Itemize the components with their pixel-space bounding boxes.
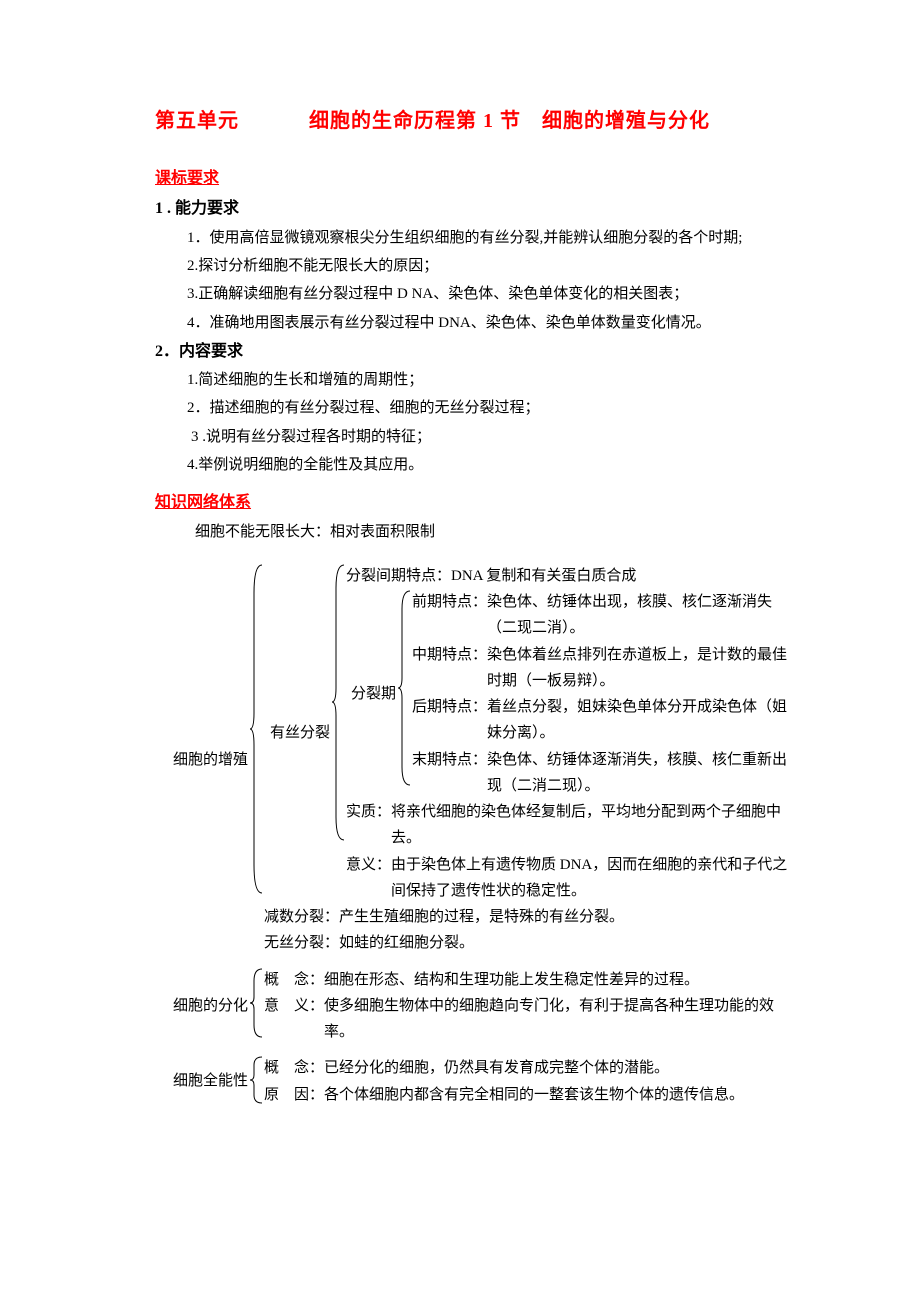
amitosis-line: 无丝分裂：如蛙的红细胞分裂。 xyxy=(264,930,800,956)
diff-concept-line: 概 念： 细胞在形态、结构和生理功能上发生稳定性差异的过程。 xyxy=(264,967,800,993)
brace-icon xyxy=(250,1055,264,1105)
knowledge-tree: 细胞的增殖 有丝分裂 分裂间期特点：DNA 复制和有关蛋白质合成 分裂期 xyxy=(155,563,800,1108)
unit-label: 第五单元 xyxy=(155,105,239,138)
toti-cause-line: 原 因： 各个体细胞内都含有完全相同的一整套该生物个体的遗传信息。 xyxy=(264,1082,800,1108)
diff-significance-line: 意 义： 使多细胞生物体中的细胞趋向专门化，有利于提高各种生理功能的效率。 xyxy=(264,993,800,1046)
interphase-line: 分裂间期特点：DNA 复制和有关蛋白质合成 xyxy=(346,563,800,589)
toti-label: 细胞全能性 xyxy=(155,1055,250,1108)
content-item: 2．描述细胞的有丝分裂过程、细胞的无丝分裂过程； xyxy=(155,396,800,421)
page-title: 第五单元 细胞的生命历程第 1 节 细胞的增殖与分化 xyxy=(155,105,800,138)
section-label: 细胞的生命历程第 1 节 细胞的增殖与分化 xyxy=(309,110,710,132)
content-item: 1.简述细胞的生长和增殖的周期性； xyxy=(155,368,800,393)
ability-item: 1．使用高倍显微镜观察根尖分生组织细胞的有丝分裂,并能辨认细胞分裂的各个时期; xyxy=(155,226,800,251)
standards-header: 课标要求 xyxy=(155,166,800,192)
diff-label: 细胞的分化 xyxy=(155,967,250,1046)
knowledge-header: 知识网络体系 xyxy=(155,490,800,516)
content-header: 2．内容要求 xyxy=(155,339,800,365)
metaphase-line: 中期特点： 染色体着丝点排列在赤道板上，是计数的最佳时期（一板易辩）。 xyxy=(412,642,800,695)
brace-icon xyxy=(332,563,346,842)
ability-item: 4．准确地用图表展示有丝分裂过程中 DNA、染色体、染色单体数量变化情况。 xyxy=(155,311,800,336)
content-item: 4.举例说明细胞的全能性及其应用。 xyxy=(155,453,800,478)
brace-icon xyxy=(250,967,264,1039)
essence-line: 实质： 将亲代细胞的染色体经复制后，平均地分配到两个子细胞中去。 xyxy=(346,799,800,852)
toti-concept-line: 概 念： 已经分化的细胞，仍然具有发育成完整个体的潜能。 xyxy=(264,1055,800,1081)
ability-item: 3.正确解读细胞有丝分裂过程中 D NA、染色体、染色单体变化的相关图表； xyxy=(155,282,800,307)
content-item: 3 .说明有丝分裂过程各时期的特征； xyxy=(155,425,800,450)
meiosis-line: 减数分裂：产生生殖细胞的过程，是特殊的有丝分裂。 xyxy=(264,904,800,930)
ability-header: 1 . 能力要求 xyxy=(155,196,800,222)
significance-line: 意义： 由于染色体上有遗传物质 DNA，因而在细胞的亲代和子代之间保持了遗传性状… xyxy=(346,852,800,905)
knowledge-topline: 细胞不能无限长大：相对表面积限制 xyxy=(155,520,800,545)
mphase-label: 分裂期 xyxy=(346,589,398,799)
brace-icon xyxy=(250,563,264,895)
prolif-label: 细胞的增殖 xyxy=(155,563,250,957)
telophase-line: 末期特点： 染色体、纺锤体逐渐消失，核膜、核仁重新出现（二消二现）。 xyxy=(412,747,800,800)
anaphase-line: 后期特点： 着丝点分裂，姐妹染色单体分开成染色体（姐妹分离）。 xyxy=(412,694,800,747)
mitosis-label: 有丝分裂 xyxy=(264,563,332,904)
prophase-line: 前期特点： 染色体、纺锤体出现，核膜、核仁逐渐消失（二现二消）。 xyxy=(412,589,800,642)
ability-item: 2.探讨分析细胞不能无限长大的原因； xyxy=(155,254,800,279)
brace-icon xyxy=(398,589,412,787)
